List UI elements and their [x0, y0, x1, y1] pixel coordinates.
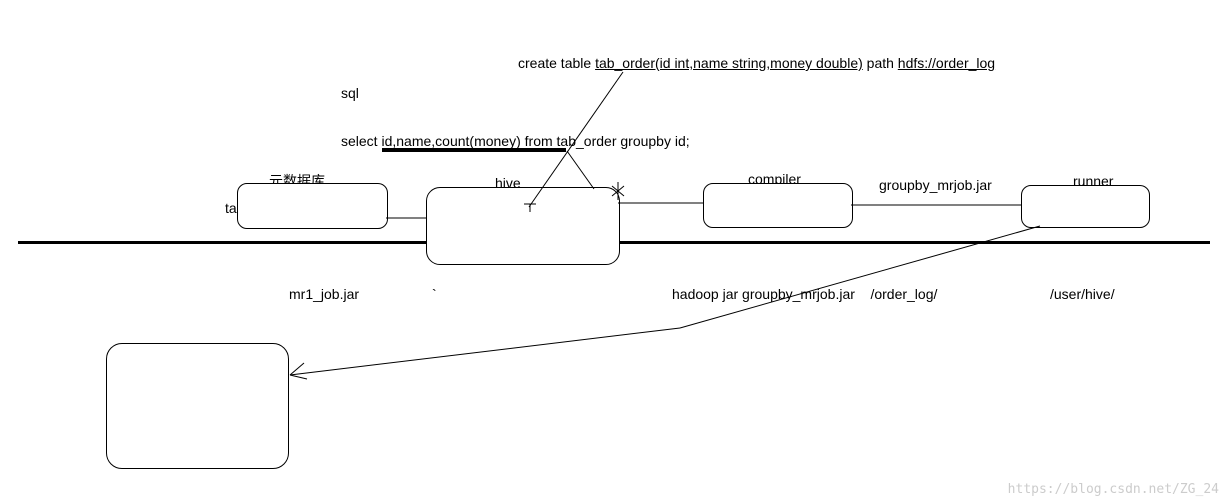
diagram-lines — [0, 0, 1227, 501]
